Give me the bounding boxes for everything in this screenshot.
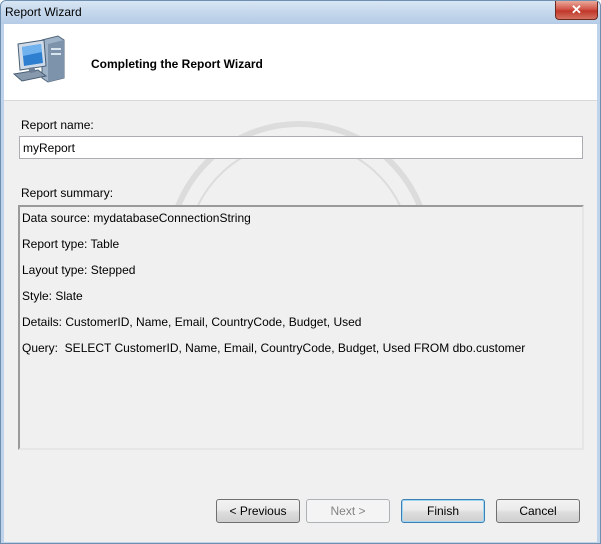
summary-line-data-source: Data source: mydatabaseConnectionString <box>22 211 251 225</box>
report-summary-label: Report summary: <box>21 186 114 200</box>
close-icon: ✕ <box>571 2 582 17</box>
computer-icon <box>12 35 65 83</box>
wizard-header: Completing the Report Wizard <box>4 24 597 101</box>
report-name-input[interactable] <box>19 136 583 159</box>
report-summary-box[interactable]: Data source: mydatabaseConnectionString … <box>18 205 584 450</box>
title-bar[interactable]: Report Wizard ✕ <box>1 1 600 24</box>
dialog-client-area: Completing the Report Wizard THAICREATE.… <box>4 24 597 542</box>
summary-line-details: Details: CustomerID, Name, Email, Countr… <box>22 315 362 329</box>
summary-line-query: Query: SELECT CustomerID, Name, Email, C… <box>22 341 526 355</box>
window-title: Report Wizard <box>5 5 82 19</box>
report-wizard-window: Report Wizard ✕ Completing the Report Wi… <box>0 0 601 544</box>
finish-button[interactable]: Finish <box>401 499 485 523</box>
summary-line-layout-type: Layout type: Stepped <box>22 263 136 277</box>
previous-button[interactable]: < Previous <box>216 499 300 523</box>
cancel-button[interactable]: Cancel <box>496 499 580 523</box>
summary-line-style: Style: Slate <box>22 289 83 303</box>
wizard-header-title: Completing the Report Wizard <box>91 57 263 71</box>
report-name-label: Report name: <box>21 118 94 132</box>
summary-line-report-type: Report type: Table <box>22 237 120 251</box>
next-button: Next > <box>306 499 390 523</box>
close-button[interactable]: ✕ <box>555 1 598 20</box>
